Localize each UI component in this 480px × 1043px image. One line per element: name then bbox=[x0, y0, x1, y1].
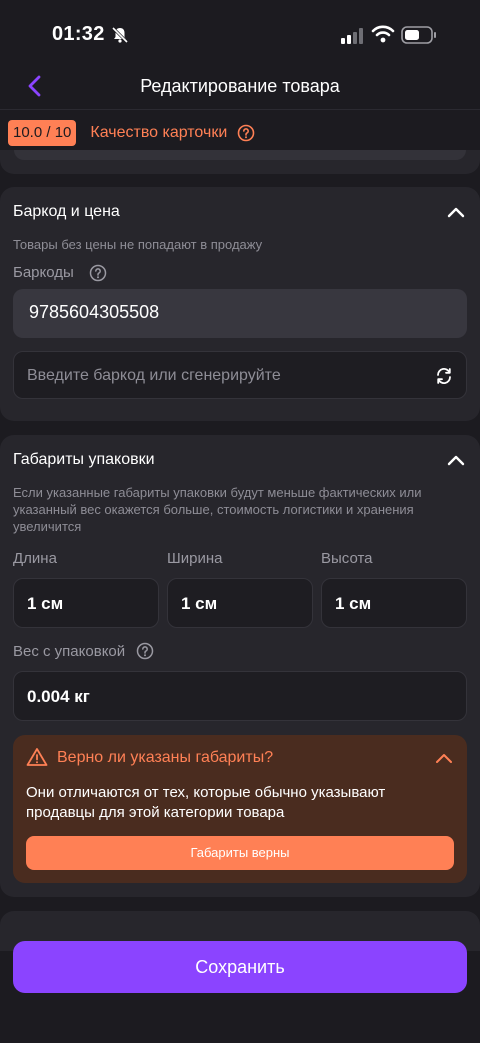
question-circle-icon[interactable] bbox=[136, 642, 154, 660]
quality-label: Качество карточки bbox=[90, 124, 228, 141]
length-value: 1 см bbox=[27, 594, 64, 613]
dimensions-correct-button[interactable]: Габариты верны bbox=[26, 836, 454, 870]
dimensions-section-title: Габариты упаковки bbox=[13, 451, 155, 468]
chevron-up-icon[interactable] bbox=[435, 752, 453, 764]
card-quality[interactable]: 10.0 / 10 Качество карточки bbox=[8, 118, 255, 148]
wifi-icon bbox=[371, 25, 395, 43]
cellular-signal-icon bbox=[341, 28, 363, 44]
generate-refresh-icon[interactable] bbox=[434, 366, 454, 386]
dimensions-section-hint: Если указанные габариты упаковки будут м… bbox=[13, 485, 422, 534]
width-value: 1 см bbox=[181, 594, 218, 613]
height-value: 1 см bbox=[335, 594, 372, 613]
battery-icon bbox=[401, 26, 436, 44]
barcode-price-card: Баркод и цена Товары без цены не попадаю… bbox=[0, 187, 480, 421]
barcode-section-hint: Товары без цены не попадают в продажу bbox=[13, 237, 263, 252]
barcodes-label: Баркоды bbox=[13, 264, 74, 281]
page-title: Редактирование товара bbox=[140, 76, 340, 96]
navigation-header: Редактирование товара bbox=[0, 62, 480, 110]
height-label: Высота bbox=[321, 550, 373, 567]
new-barcode-input[interactable]: Введите баркод или сгенерируйте bbox=[13, 351, 467, 399]
question-circle-icon[interactable] bbox=[89, 264, 107, 282]
chevron-up-icon[interactable] bbox=[446, 205, 466, 219]
dimensions-warning: Верно ли указаны габариты? Они отличаютс… bbox=[13, 735, 467, 883]
bell-muted-icon bbox=[111, 26, 129, 44]
new-barcode-placeholder: Введите баркод или сгенерируйте bbox=[27, 367, 281, 384]
length-input[interactable]: 1 см bbox=[13, 578, 159, 628]
width-label: Ширина bbox=[167, 550, 223, 567]
weight-input[interactable]: 0.004 кг bbox=[13, 671, 467, 721]
weight-label: Вес с упаковкой bbox=[13, 643, 126, 660]
chevron-up-icon[interactable] bbox=[446, 453, 466, 467]
previous-field-edge bbox=[14, 150, 466, 160]
warning-title: Верно ли указаны габариты? bbox=[57, 749, 274, 766]
status-bar: 01:32 bbox=[0, 0, 480, 70]
barcode-value-field[interactable]: 9785604305508 bbox=[13, 289, 467, 338]
height-input[interactable]: 1 см bbox=[321, 578, 467, 628]
status-time: 01:32 bbox=[52, 23, 105, 45]
warning-text: Они отличаются от тех, которые обычно ук… bbox=[26, 784, 386, 821]
quality-score-badge: 10.0 / 10 bbox=[8, 120, 77, 146]
weight-value: 0.004 кг bbox=[27, 687, 90, 706]
warning-triangle-icon bbox=[26, 748, 48, 766]
barcode-section-title: Баркод и цена bbox=[13, 203, 120, 220]
barcode-value: 9785604305508 bbox=[29, 302, 160, 322]
length-label: Длина bbox=[13, 550, 57, 567]
width-input[interactable]: 1 см bbox=[167, 578, 313, 628]
save-button[interactable]: Сохранить bbox=[13, 941, 467, 993]
question-circle-icon[interactable] bbox=[237, 124, 255, 142]
